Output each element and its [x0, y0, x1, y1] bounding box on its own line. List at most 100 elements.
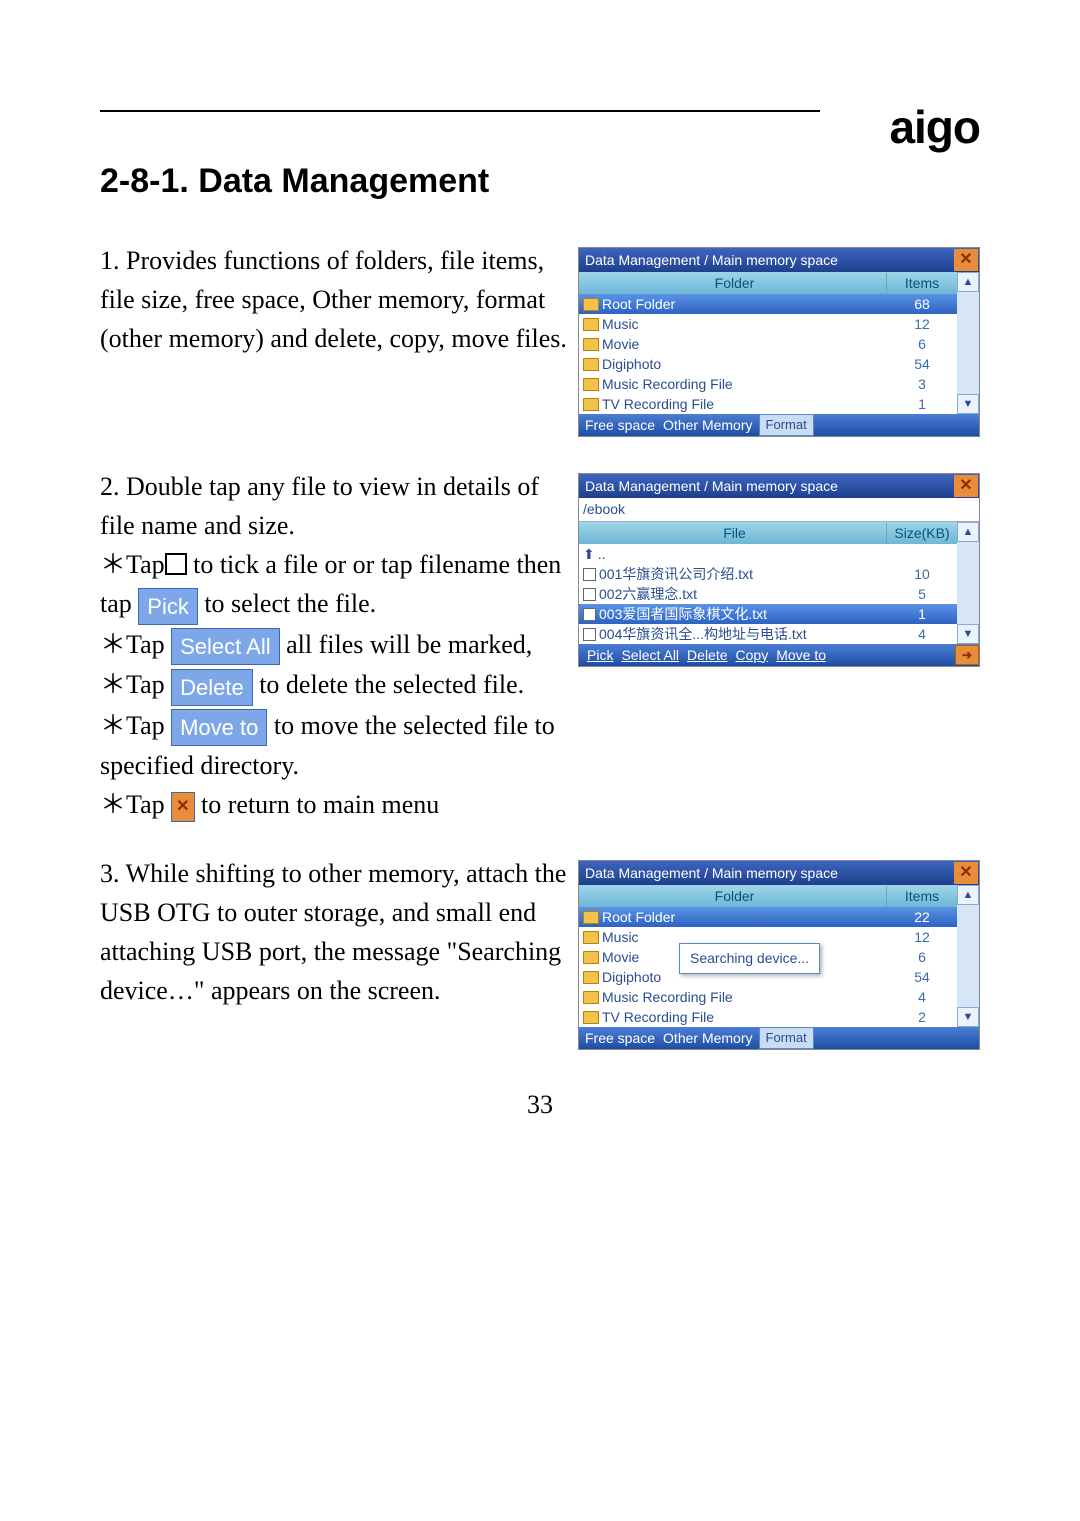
- scroll-down-icon[interactable]: ▼: [957, 624, 979, 644]
- folder-icon: [583, 971, 599, 984]
- row-value: 4: [887, 624, 957, 645]
- bullet-move-to: ＊Tap Move to to move the selected file t…: [100, 706, 568, 786]
- list-item[interactable]: 004华旗资讯全...构地址与电话.txt 4: [579, 624, 957, 644]
- list-item[interactable]: 001华旗资讯公司介绍.txt 10: [579, 564, 957, 584]
- status-bar: Free space Other Memory Format: [579, 1027, 979, 1049]
- row-label: 001华旗资讯公司介绍.txt: [599, 564, 753, 585]
- row-label: Root Folder: [602, 907, 675, 928]
- scroll-down-icon[interactable]: ▼: [957, 1007, 979, 1027]
- folder-icon: [583, 338, 599, 351]
- row-value: 5: [887, 584, 957, 605]
- format-button[interactable]: Format: [759, 1027, 814, 1049]
- folder-icon: [583, 911, 599, 924]
- list-item[interactable]: Root Folder 68: [579, 294, 957, 314]
- list-item[interactable]: Music Recording File3: [579, 374, 957, 394]
- checkbox-icon: [165, 553, 187, 575]
- checkbox-icon[interactable]: [583, 608, 596, 621]
- pick-button-chip: Pick: [138, 588, 198, 625]
- free-space-label[interactable]: Free space: [583, 1028, 657, 1049]
- window-title: Data Management / Main memory space: [579, 863, 953, 884]
- row-value: 1: [887, 604, 957, 625]
- folder-icon: [583, 318, 599, 331]
- row-value: 22: [887, 907, 957, 928]
- scroll-up-icon[interactable]: ▲: [957, 885, 979, 905]
- list-item[interactable]: 003爱国者国际象棋文化.txt 1: [579, 604, 957, 624]
- list-item[interactable]: Music12: [579, 314, 957, 334]
- scroll-down-icon[interactable]: ▼: [957, 394, 979, 414]
- close-icon[interactable]: ✕: [954, 862, 978, 884]
- list-item[interactable]: TV Recording File2: [579, 1007, 957, 1027]
- row-label: Movie: [602, 947, 639, 968]
- folder-icon: [583, 1011, 599, 1024]
- scrollbar[interactable]: ▲ ▼: [957, 522, 979, 644]
- row-value: 4: [887, 987, 957, 1008]
- checkbox-icon[interactable]: [583, 568, 596, 581]
- path-bar: /ebook: [579, 498, 979, 522]
- list-item[interactable]: Music Recording File 4: [579, 987, 957, 1007]
- pick-button[interactable]: Pick: [583, 647, 617, 663]
- column-items: Items: [886, 273, 957, 294]
- next-icon[interactable]: ➔: [955, 645, 979, 665]
- close-return-icon: ✕: [171, 792, 194, 822]
- scroll-up-icon[interactable]: ▲: [957, 272, 979, 292]
- row-value: 6: [887, 947, 957, 968]
- checkbox-icon[interactable]: [583, 588, 596, 601]
- list-item[interactable]: Digiphoto54: [579, 354, 957, 374]
- list-item[interactable]: 002六赢理念.txt 5: [579, 584, 957, 604]
- row-label: Movie: [602, 334, 639, 355]
- scrollbar[interactable]: ▲ ▼: [957, 885, 979, 1027]
- format-button[interactable]: Format: [759, 414, 814, 436]
- checkbox-icon[interactable]: [583, 628, 596, 641]
- list-item[interactable]: Movie 6: [579, 334, 957, 354]
- column-items: Items: [886, 886, 957, 907]
- paragraph-3: 3. While shifting to other memory, attac…: [100, 854, 568, 1010]
- copy-button[interactable]: Copy: [732, 647, 773, 663]
- column-file: File: [579, 523, 886, 544]
- free-space-label[interactable]: Free space: [583, 415, 657, 436]
- header-rule: [100, 110, 820, 112]
- row-value: 68: [887, 294, 957, 315]
- delete-button[interactable]: Delete: [683, 647, 731, 663]
- row-value: 54: [887, 967, 957, 988]
- list-item[interactable]: Root Folder 22: [579, 907, 957, 927]
- bullet-delete: ＊Tap Delete to delete the selected file.: [100, 665, 568, 706]
- folder-icon: [583, 991, 599, 1004]
- bullet-tick-file: ＊Tap to tick a file or or tap filename t…: [100, 545, 568, 625]
- up-row[interactable]: ⬆..: [579, 544, 957, 564]
- scrollbar[interactable]: ▲ ▼: [957, 272, 979, 414]
- other-memory-label[interactable]: Other Memory: [661, 415, 754, 436]
- brand-logo: aigo: [889, 100, 980, 154]
- row-label: 003爱国者国际象棋文化.txt: [599, 604, 767, 625]
- page-number: 33: [100, 1090, 980, 1120]
- row-label: Music Recording File: [602, 987, 733, 1008]
- row-value: 12: [887, 927, 957, 948]
- folder-icon: [583, 378, 599, 391]
- other-memory-label[interactable]: Other Memory: [661, 1028, 754, 1049]
- row-value: 12: [887, 314, 957, 335]
- move-to-button-chip: Move to: [171, 709, 267, 746]
- folder-icon: [583, 358, 599, 371]
- row-label: Music: [602, 927, 639, 948]
- row-value: 10: [887, 564, 957, 585]
- paragraph-1: 1. Provides functions of folders, file i…: [100, 241, 568, 358]
- file-toolbar: PickSelect AllDeleteCopyMove to ➔: [579, 644, 979, 666]
- delete-button-chip: Delete: [171, 669, 253, 706]
- row-label: Music Recording File: [602, 374, 733, 395]
- row-label: 004华旗资讯全...构地址与电话.txt: [599, 624, 807, 645]
- row-value: 6: [887, 334, 957, 355]
- searching-popup: Searching device...: [679, 943, 820, 974]
- list-item[interactable]: TV Recording File1: [579, 394, 957, 414]
- bullet-select-all: ＊Tap Select All all files will be marked…: [100, 625, 568, 666]
- scroll-up-icon[interactable]: ▲: [957, 522, 979, 542]
- folder-icon: [583, 398, 599, 411]
- window-title: Data Management / Main memory space: [579, 476, 953, 497]
- row-label: Root Folder: [602, 294, 675, 315]
- status-bar: Free space Other Memory Format: [579, 414, 979, 436]
- bullet-return: ＊Tap ✕ to return to main menu: [100, 785, 568, 824]
- window-title: Data Management / Main memory space: [579, 250, 953, 271]
- close-icon[interactable]: ✕: [954, 475, 978, 497]
- move-to-button[interactable]: Move to: [772, 647, 830, 663]
- select-all-button[interactable]: Select All: [617, 647, 683, 663]
- row-label: 002六赢理念.txt: [599, 584, 697, 605]
- close-icon[interactable]: ✕: [954, 249, 978, 271]
